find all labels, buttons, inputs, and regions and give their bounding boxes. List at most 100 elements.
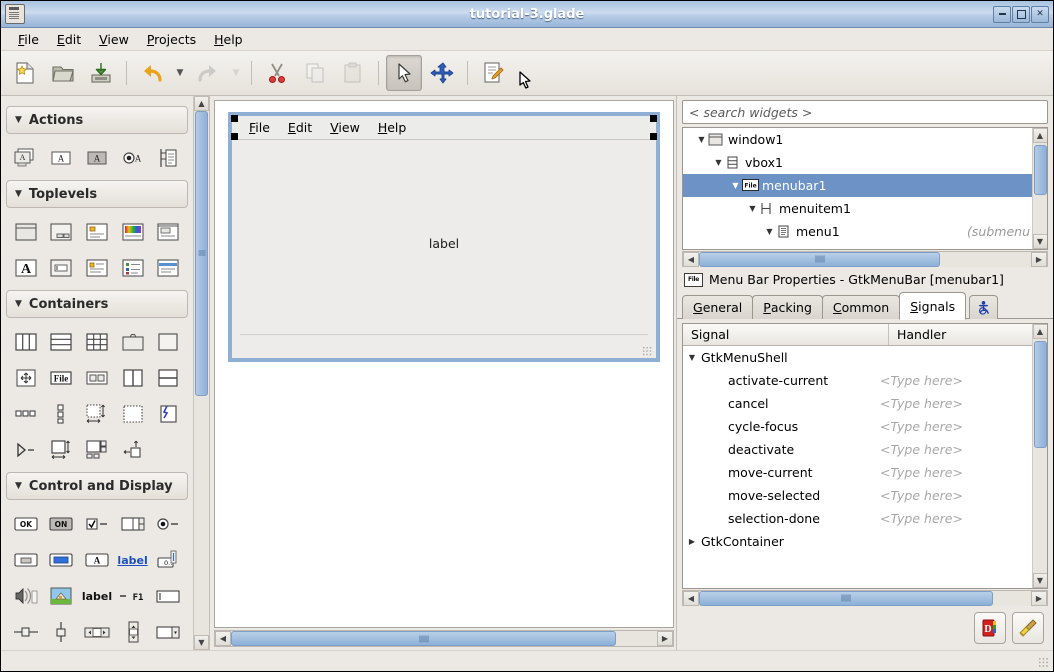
preview-menu-edit[interactable]: Edit — [279, 118, 321, 137]
widget-scrolled-window-icon[interactable] — [79, 399, 115, 429]
widget-hscrollbar-icon[interactable] — [79, 617, 115, 647]
expander-down-icon[interactable]: ▼ — [763, 227, 776, 236]
scroll-down-icon[interactable]: ▼ — [1032, 234, 1047, 249]
widget-event-box-icon[interactable] — [150, 399, 186, 429]
signal-row-move-current[interactable]: move-current <Type here> — [683, 461, 1032, 484]
column-header-signal[interactable]: Signal — [683, 324, 889, 345]
widget-font-button-icon[interactable]: A — [79, 545, 115, 575]
scroll-up-icon[interactable]: ▲ — [1032, 324, 1047, 339]
expander-right-icon[interactable]: ▶ — [683, 537, 701, 546]
widget-hbuttonbox-icon[interactable] — [79, 363, 115, 393]
widget-alignment-icon[interactable] — [8, 363, 44, 393]
widget-color-dialog-icon[interactable] — [115, 217, 151, 247]
scroll-up-icon[interactable]: ▲ — [1032, 128, 1047, 143]
canvas-hscrollbar[interactable]: ◀ ▶ — [214, 630, 674, 647]
widget-recent-action-icon[interactable] — [150, 143, 186, 173]
signal-handler[interactable]: <Type here> — [880, 442, 963, 457]
widget-notebook-icon[interactable] — [115, 327, 151, 357]
signal-handler[interactable]: <Type here> — [880, 511, 963, 526]
maximize-button[interactable] — [1012, 5, 1030, 23]
tree-hscroll-track[interactable] — [699, 251, 1031, 267]
widget-accel-label-icon[interactable]: F1 — [115, 581, 151, 611]
signal-handler[interactable]: <Type here> — [880, 488, 963, 503]
selection-handle-tl[interactable] — [231, 115, 238, 122]
preview-menu-view[interactable]: View — [321, 118, 369, 137]
widget-handle-box-icon[interactable] — [115, 435, 151, 465]
preview-menubar[interactable]: File Edit View Help — [231, 115, 657, 140]
clear-button[interactable] — [1012, 612, 1044, 644]
tree-scroll-thumb[interactable] — [1033, 145, 1047, 195]
widget-button-icon[interactable]: OK — [8, 509, 44, 539]
resize-icon[interactable] — [424, 55, 460, 91]
undo-dropdown-icon[interactable]: ▼ — [172, 58, 188, 88]
canvas-hscroll-track[interactable] — [231, 631, 657, 646]
selection-handle-tr[interactable] — [650, 115, 657, 122]
signal-row-cycle-focus[interactable]: cycle-focus <Type here> — [683, 415, 1032, 438]
expander-down-icon[interactable]: ▼ — [695, 135, 708, 144]
search-widgets-input[interactable]: < search widgets > — [682, 100, 1048, 124]
signals-scroll-thumb[interactable] — [1033, 341, 1047, 448]
menu-file[interactable]: File — [9, 30, 48, 49]
pointer-icon[interactable] — [386, 55, 422, 91]
widget-hpaned-icon[interactable] — [115, 363, 151, 393]
widget-font-dialog-icon[interactable]: A — [8, 253, 44, 283]
preview-menu-file[interactable]: File — [240, 118, 279, 137]
scroll-right-icon[interactable]: ▶ — [657, 631, 673, 646]
signals-hscroll-thumb[interactable] — [699, 590, 994, 606]
signal-handler[interactable]: <Type here> — [880, 373, 963, 388]
signals-hscroll-track[interactable] — [699, 590, 1031, 606]
scroll-left-icon[interactable]: ◀ — [683, 590, 699, 606]
widget-hscale-icon[interactable] — [8, 617, 44, 647]
tree-hscroll-thumb[interactable] — [699, 251, 941, 267]
expander-down-icon[interactable]: ▼ — [729, 181, 742, 190]
widget-action-group-icon[interactable]: A — [8, 143, 44, 173]
scroll-left-icon[interactable]: ◀ — [683, 251, 699, 267]
widget-vbutton-col-icon[interactable] — [44, 399, 80, 429]
preview-label[interactable]: label — [232, 236, 656, 251]
widget-offscreen-window-icon[interactable] — [150, 253, 186, 283]
signal-row-selection-done[interactable]: selection-done <Type here> — [683, 507, 1032, 530]
minimize-button[interactable] — [993, 5, 1011, 23]
tree-scroll-track[interactable] — [1032, 143, 1047, 234]
signal-handler[interactable]: <Type here> — [880, 396, 963, 411]
widget-volume-button-icon[interactable] — [8, 581, 44, 611]
widget-hbutton-row-icon[interactable] — [8, 399, 44, 429]
signal-row-cancel[interactable]: cancel <Type here> — [683, 392, 1032, 415]
undo-icon[interactable] — [134, 55, 170, 91]
save-icon[interactable] — [83, 55, 119, 91]
resize-grip-icon[interactable] — [642, 346, 652, 356]
widget-check-button-icon[interactable] — [79, 509, 115, 539]
widget-tree[interactable]: ▼ window1 ▼ vbox1 ▼ File menubar1 ▼ menu… — [682, 127, 1048, 250]
tree-row-menuitem1[interactable]: ▼ menuitem1 — [683, 197, 1032, 220]
window-resize-grip-icon[interactable] — [1038, 657, 1049, 668]
widget-image-icon[interactable] — [44, 581, 80, 611]
widget-vscrollbar-icon[interactable] — [115, 617, 151, 647]
widget-link-button-icon[interactable]: label — [115, 545, 151, 575]
widget-toggle-button-icon[interactable]: ON — [44, 509, 80, 539]
menu-edit[interactable]: Edit — [48, 30, 90, 49]
signal-row-activate-current[interactable]: activate-current <Type here> — [683, 369, 1032, 392]
tree-row-menu1[interactable]: ▼ menu1 (submenu — [683, 220, 1032, 243]
close-button[interactable] — [1031, 5, 1049, 23]
design-window-preview[interactable]: File Edit View Help label — [228, 112, 660, 362]
signal-handler[interactable]: <Type here> — [880, 419, 963, 434]
palette-scroll-thumb[interactable] — [195, 111, 208, 396]
tree-row-vbox1[interactable]: ▼ vbox1 — [683, 151, 1032, 174]
signal-group-gtkmenushell[interactable]: ▼ GtkMenuShell — [683, 346, 1032, 369]
design-canvas[interactable]: File Edit View Help label — [214, 100, 674, 628]
tree-vscrollbar[interactable]: ▲ ▼ — [1032, 128, 1047, 249]
palette-section-actions[interactable]: ▼ Actions — [6, 106, 188, 134]
widget-table-icon[interactable] — [79, 327, 115, 357]
scroll-down-icon[interactable]: ▼ — [194, 635, 209, 650]
widget-about-dialog-icon[interactable] — [79, 253, 115, 283]
widget-scale-button-icon[interactable]: 0.. — [150, 545, 186, 575]
cut-icon[interactable] — [259, 55, 295, 91]
scroll-left-icon[interactable]: ◀ — [215, 631, 231, 646]
widget-expander-icon[interactable] — [8, 435, 44, 465]
widget-input-dialog-icon[interactable] — [44, 253, 80, 283]
tab-common[interactable]: Common — [821, 295, 901, 319]
widget-action-icon[interactable]: A — [44, 143, 80, 173]
signal-row-deactivate[interactable]: deactivate <Type here> — [683, 438, 1032, 461]
tab-packing[interactable]: Packing — [752, 295, 823, 319]
signal-row-move-selected[interactable]: move-selected <Type here> — [683, 484, 1032, 507]
